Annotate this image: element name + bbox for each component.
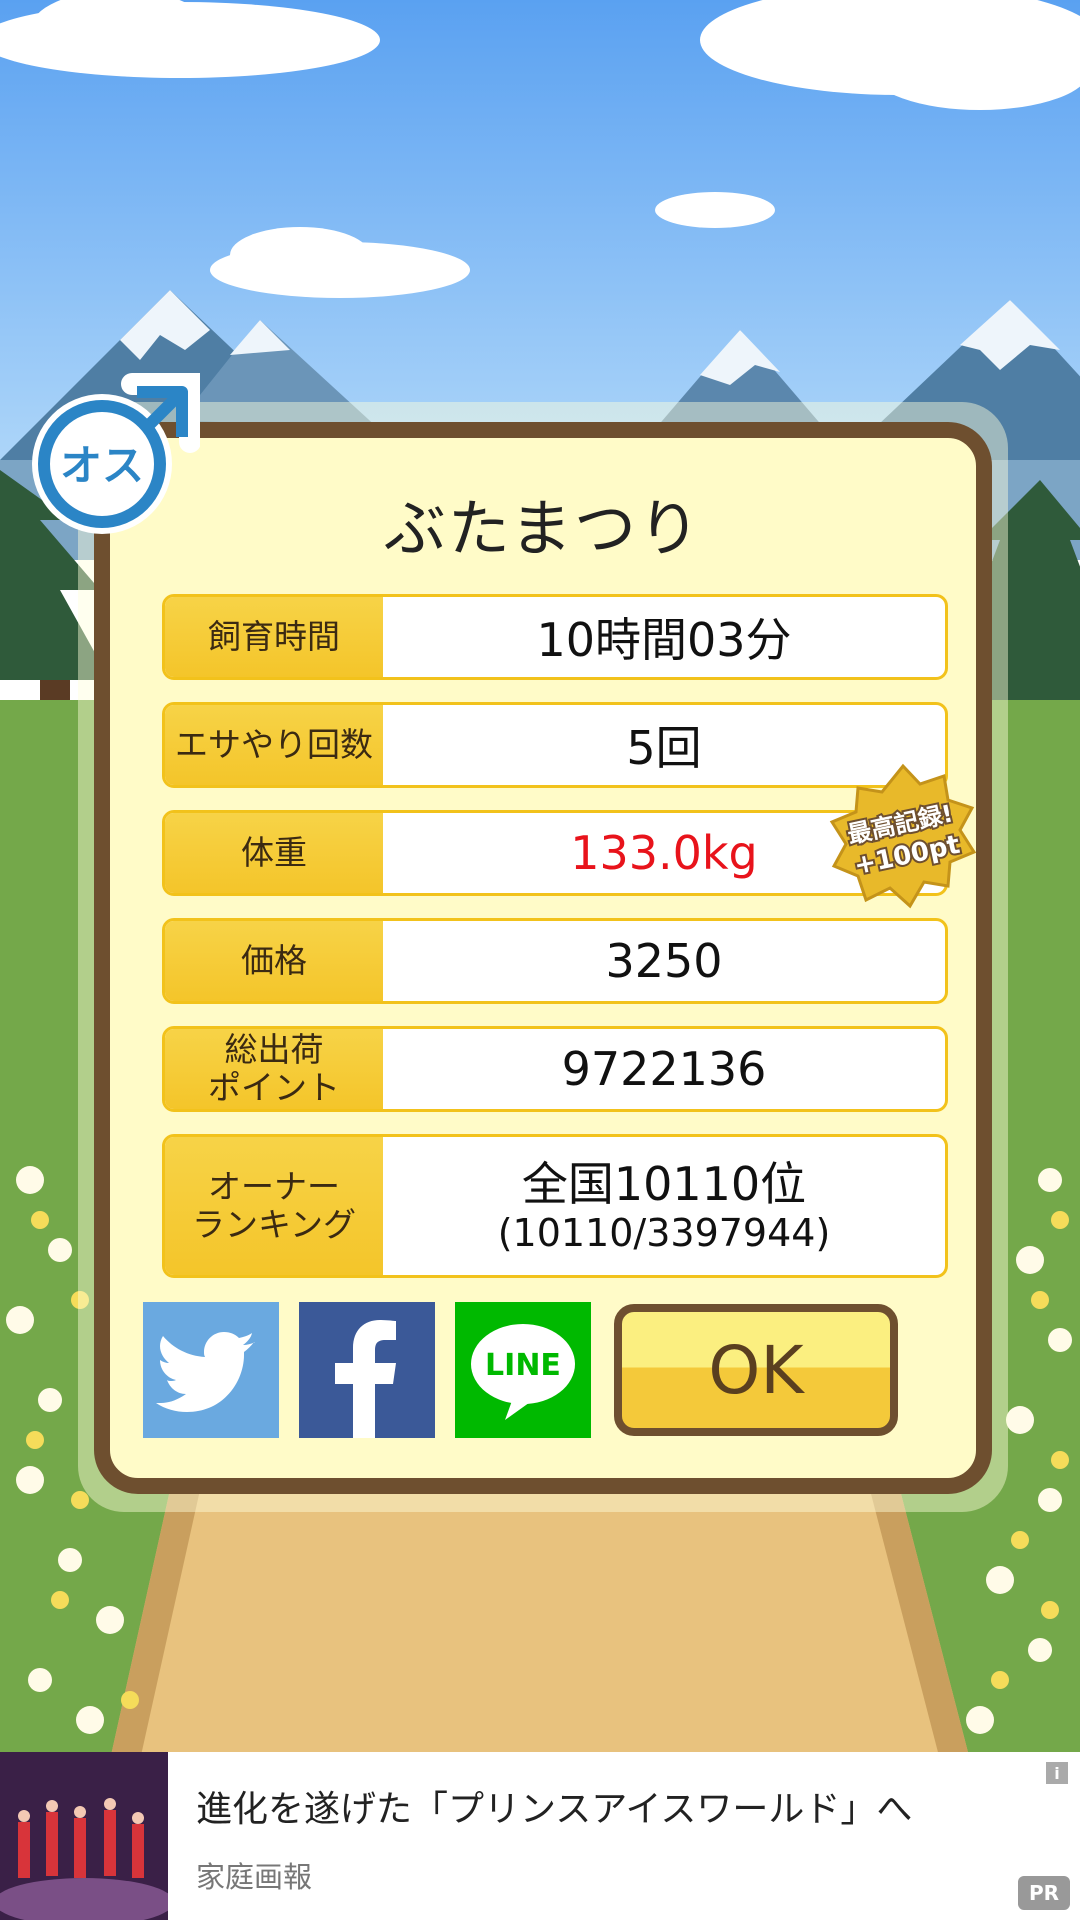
stat-row-breeding-time: 飼育時間 10時間03分 (162, 594, 948, 680)
line-share-button[interactable]: LINE (455, 1302, 591, 1438)
stat-row-total-points: 総出荷 ポイント 9722136 (162, 1026, 948, 1112)
ok-button[interactable]: OK (614, 1304, 898, 1436)
ad-source: 家庭画報 (196, 1860, 313, 1894)
stat-label: 飼育時間 (165, 597, 383, 677)
facebook-f-icon (335, 1320, 396, 1438)
ad-pr-badge: PR (1018, 1876, 1070, 1910)
ranking-national: 全国10110位 (521, 1157, 807, 1211)
stat-label: 価格 (165, 921, 383, 1001)
stat-value: 10時間03分 (536, 613, 792, 667)
stat-label: 総出荷 ポイント (165, 1029, 383, 1109)
stat-value: 9722136 (561, 1042, 767, 1096)
stat-label: 体重 (165, 813, 383, 893)
dirt-path (110, 1490, 970, 1760)
sex-label: オス (60, 441, 144, 490)
male-sex-icon: オス (32, 373, 200, 534)
ranking-ratio: (10110/3397944) (497, 1211, 831, 1255)
ad-thumbnail[interactable] (0, 1752, 168, 1920)
stat-label: オーナー ランキング (165, 1137, 383, 1275)
stat-label: エサやり回数 (165, 705, 383, 785)
stat-value: 3250 (605, 934, 723, 988)
line-label: LINE (485, 1348, 561, 1383)
ad-banner[interactable]: 進化を遂げた「プリンスアイスワールド」へ 家庭画報 i PR (0, 1752, 1080, 1920)
ranking-value: 全国10110位 (10110/3397944) (383, 1137, 945, 1275)
stat-row-owner-ranking: オーナー ランキング 全国10110位 (10110/3397944) (162, 1134, 948, 1278)
twitter-share-button[interactable] (143, 1302, 279, 1438)
stat-row-price: 価格 3250 (162, 918, 948, 1004)
facebook-share-button[interactable] (299, 1302, 435, 1438)
ad-title[interactable]: 進化を遂げた「プリンスアイスワールド」へ (196, 1780, 912, 1832)
twitter-bird-icon (156, 1332, 255, 1412)
line-app-icon: LINE (471, 1324, 575, 1420)
pig-name: ぶたまつり (383, 492, 703, 565)
ad-info-icon[interactable]: i (1046, 1762, 1068, 1784)
record-badge: 最高記録! +100pt (829, 763, 977, 909)
